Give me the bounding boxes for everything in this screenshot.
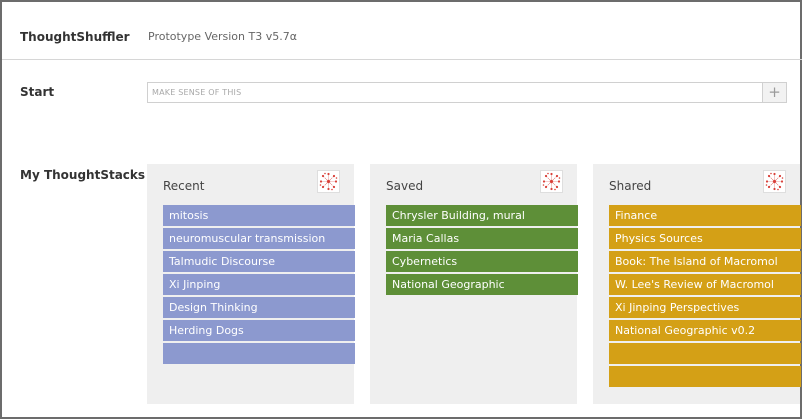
plus-icon: + — [768, 83, 781, 101]
stack-shared: Shared Finance Physics Sources Book: The… — [593, 164, 801, 404]
network-burst-icon[interactable] — [317, 170, 340, 193]
list-item[interactable]: Book: The Island of Macromol — [609, 251, 801, 272]
app-name: ThoughtShuffler — [20, 30, 130, 44]
list-item[interactable]: Finance — [609, 205, 801, 226]
list-item[interactable]: National Geographic — [386, 274, 578, 295]
list-item[interactable]: Cybernetics — [386, 251, 578, 272]
list-item[interactable]: mitosis — [163, 205, 355, 226]
list-item[interactable]: Talmudic Discourse — [163, 251, 355, 272]
stack-title-recent: Recent — [163, 179, 205, 193]
list-item[interactable]: Xi Jinping Perspectives — [609, 297, 801, 318]
thoughtstacks-label: My ThoughtStacks — [20, 168, 146, 182]
add-button[interactable]: + — [762, 83, 786, 102]
stack-title-saved: Saved — [386, 179, 424, 193]
list-item[interactable]: W. Lee's Review of Macromol — [609, 274, 801, 295]
list-item[interactable]: Physics Sources — [609, 228, 801, 249]
network-burst-icon[interactable] — [763, 170, 786, 193]
header: ThoughtShuffler Prototype Version T3 v5.… — [2, 10, 802, 60]
stack-items-saved: Chrysler Building, mural Maria Callas Cy… — [386, 205, 578, 297]
network-burst-icon-svg — [319, 172, 338, 191]
stack-items-recent: mitosis neuromuscular transmission Talmu… — [163, 205, 355, 366]
list-item[interactable]: National Geographic v0.2 — [609, 320, 801, 341]
list-item[interactable]: Maria Callas — [386, 228, 578, 249]
network-burst-icon-svg — [765, 172, 784, 191]
network-burst-icon[interactable] — [540, 170, 563, 193]
app-window: ThoughtShuffler Prototype Version T3 v5.… — [0, 0, 802, 419]
list-item[interactable]: Xi Jinping — [163, 274, 355, 295]
list-item[interactable] — [609, 366, 801, 387]
list-item[interactable]: Herding Dogs — [163, 320, 355, 341]
list-item[interactable]: neuromuscular transmission — [163, 228, 355, 249]
list-item[interactable]: Chrysler Building, mural — [386, 205, 578, 226]
list-item[interactable]: Design Thinking — [163, 297, 355, 318]
stack-saved: Saved Chrysler Building, mural Maria Cal… — [370, 164, 578, 404]
start-label: Start — [20, 85, 55, 99]
stack-title-shared: Shared — [609, 179, 652, 193]
list-item[interactable] — [609, 343, 801, 364]
version-label: Prototype Version T3 v5.7α — [148, 30, 297, 43]
network-burst-icon-svg — [542, 172, 561, 191]
stack-recent: Recent mitosis neuromuscular transmissio… — [147, 164, 355, 404]
list-item[interactable] — [163, 343, 355, 364]
start-input[interactable] — [147, 82, 787, 103]
stack-items-shared: Finance Physics Sources Book: The Island… — [609, 205, 801, 389]
